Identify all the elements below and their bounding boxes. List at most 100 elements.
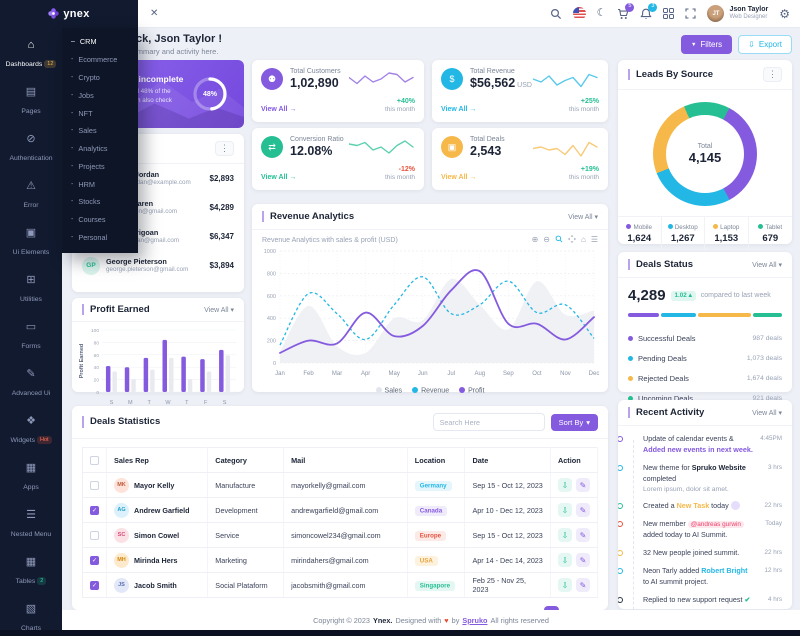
search-icon[interactable] [550, 8, 562, 20]
submenu-item-jobs[interactable]: ‐Jobs [62, 86, 138, 104]
download-icon[interactable]: ⇩ [558, 553, 572, 567]
sidebar-item-ui-elements[interactable]: ▣Ui Elements [0, 219, 62, 266]
stat-card-total-revenue: $Total Revenue$56,562 USDView All →+25%t… [432, 60, 608, 122]
sidebar-item-charts[interactable]: ▧Charts [0, 595, 62, 630]
sidebar-item-advanced-ui[interactable]: ✎Advanced Ui [0, 360, 62, 407]
recent-activity-view-all[interactable]: View All ▾ [752, 409, 782, 417]
edit-icon[interactable]: ✎ [576, 478, 590, 492]
activity-item[interactable]: New member @andreas gurwin added today t… [630, 519, 782, 541]
app-logo[interactable]: ynex [0, 0, 138, 28]
sidebar-item-nested-menu[interactable]: ☰Nested Menu [0, 501, 62, 548]
search-input[interactable] [433, 413, 545, 431]
sidebar-item-utilities[interactable]: ⊞Utilities [0, 266, 62, 313]
sidebar-item-error[interactable]: ⚠Error [0, 172, 62, 219]
select-all-checkbox[interactable] [90, 456, 99, 465]
revenue-analytics-view-all[interactable]: View All ▾ [568, 213, 598, 221]
row-checkbox[interactable]: ✓ [90, 506, 99, 515]
chart-menu-icon[interactable]: ☰ [591, 236, 598, 244]
submenu-item-nft[interactable]: ‐NFT [62, 104, 138, 122]
deals-status-view-all[interactable]: View All ▾ [752, 261, 782, 269]
activity-item[interactable]: New theme for Spruko Website completedLo… [630, 463, 782, 493]
stat-view-all-link[interactable]: View All → [261, 106, 296, 113]
sidebar-item-pages[interactable]: ▤Pages [0, 78, 62, 125]
user-role: Web Designer [729, 14, 768, 21]
stat-change: +19%this month [569, 166, 599, 181]
deal-text: George Pietersongeorge.pieterson@gmail.c… [106, 257, 188, 274]
pan-icon[interactable] [568, 235, 576, 245]
footer-author-link[interactable]: Spruko [462, 616, 487, 625]
activity-text-part[interactable]: Added new events in next week. [643, 445, 753, 454]
apps-grid-icon[interactable] [663, 8, 674, 19]
submenu-item-label: Ecommerce [78, 55, 117, 64]
notifications-bell-icon[interactable]: 3 [640, 8, 652, 20]
submenu-item-ecommerce[interactable]: ‐Ecommerce [62, 51, 138, 69]
profit-earned-view-all[interactable]: View All ▾ [204, 306, 234, 314]
cell-checkbox [83, 523, 107, 548]
activity-item[interactable]: Created a New Task today 22 hrs [630, 501, 782, 512]
top-deals-menu-icon[interactable]: ⋮ [215, 141, 234, 156]
zoom-in-icon[interactable]: ⊕ [532, 236, 539, 244]
sort-by-button[interactable]: Sort By▾ [551, 414, 598, 431]
svg-text:40: 40 [94, 366, 100, 372]
stat-title: Total Customers [290, 68, 341, 75]
download-icon[interactable]: ⇩ [558, 528, 572, 542]
download-icon[interactable]: ⇩ [558, 503, 572, 517]
theme-moon-icon[interactable]: ☾ [597, 8, 607, 19]
edit-icon[interactable]: ✎ [576, 553, 590, 567]
activity-item[interactable]: Replied to new support request ✔4 hrs [630, 595, 782, 606]
submenu-item-crm[interactable]: –CRM [62, 33, 138, 51]
activity-item[interactable]: Neon Tarly added Robert Bright to AI sum… [630, 566, 782, 588]
stat-footer: View All → +19%this month [441, 166, 599, 181]
user-profile[interactable]: JT Json Taylor Web Designer [707, 5, 768, 22]
row-checkbox[interactable]: ✓ [90, 581, 99, 590]
sidebar-item-tables[interactable]: ▦Tables2 [0, 548, 62, 595]
submenu-item-stocks[interactable]: ‐Stocks [62, 193, 138, 211]
close-menu-icon[interactable]: ✕ [150, 8, 158, 19]
sidebar-item-apps[interactable]: ▦Apps [0, 454, 62, 501]
export-button[interactable]: ⇩ Export [738, 35, 792, 54]
cell-location: Germany [407, 473, 465, 498]
submenu-item-courses[interactable]: ‐Courses [62, 211, 138, 229]
activity-item[interactable]: Update of calendar events & Added new ev… [630, 434, 782, 456]
activity-text-part[interactable]: Robert Bright [701, 566, 747, 575]
submenu-item-hrm[interactable]: ‐HRM [62, 175, 138, 193]
cart-icon[interactable]: 5 [617, 8, 629, 20]
row-checkbox[interactable] [90, 531, 99, 540]
edit-icon[interactable]: ✎ [576, 528, 590, 542]
reset-home-icon[interactable]: ⌂ [581, 236, 586, 244]
edit-icon[interactable]: ✎ [576, 503, 590, 517]
submenu-item-personal[interactable]: ‐Personal [62, 229, 138, 247]
edit-icon[interactable]: ✎ [576, 578, 590, 592]
legend-item-sales[interactable]: Sales [376, 387, 403, 395]
filters-button[interactable]: ▼ Filters [681, 35, 732, 54]
submenu-item-analytics[interactable]: ‐Analytics [62, 140, 138, 158]
submenu-item-sales[interactable]: ‐Sales [62, 122, 138, 140]
list-item[interactable]: GPGeorge Pietersongeorge.pieterson@gmail… [72, 251, 244, 280]
row-checkbox[interactable] [90, 481, 99, 490]
sidebar-item-dashboards[interactable]: ⌂Dashboards12 [0, 32, 62, 78]
stat-view-all-link[interactable]: View All → [261, 174, 296, 181]
sidebar-item-widgets[interactable]: ❖WidgetsHot [0, 407, 62, 454]
legend-item-profit[interactable]: Profit [459, 387, 484, 395]
stat-text: Total Customers1,02,890 [290, 68, 341, 90]
row-checkbox[interactable]: ✓ [90, 556, 99, 565]
legend-item-revenue[interactable]: Revenue [412, 387, 449, 395]
selection-zoom-icon[interactable] [555, 235, 563, 245]
deal-email: george.pieterson@gmail.com [106, 266, 188, 274]
sidebar-item-authentication[interactable]: ⊘Authentication [0, 125, 62, 172]
download-icon[interactable]: ⇩ [558, 478, 572, 492]
stat-view-all-link[interactable]: View All → [441, 174, 476, 181]
activity-item[interactable]: 32 New people joined summit.22 hrs [630, 548, 782, 559]
language-flag-icon[interactable] [573, 7, 586, 20]
activity-subtext: Lorem ipsum, dolor sit amet. [643, 486, 780, 493]
deals-status-value: 4,289 [628, 287, 666, 304]
submenu-item-projects[interactable]: ‐Projects [62, 157, 138, 175]
stat-view-all-link[interactable]: View All → [441, 106, 476, 113]
leads-menu-icon[interactable]: ⋮ [763, 67, 782, 82]
settings-gear-icon[interactable]: ⚙ [779, 8, 790, 20]
fullscreen-icon[interactable] [685, 8, 696, 19]
zoom-out-icon[interactable]: ⊖ [543, 236, 550, 244]
sidebar-item-forms[interactable]: ▭Forms [0, 313, 62, 360]
download-icon[interactable]: ⇩ [558, 578, 572, 592]
submenu-item-crypto[interactable]: ‐Crypto [62, 69, 138, 87]
